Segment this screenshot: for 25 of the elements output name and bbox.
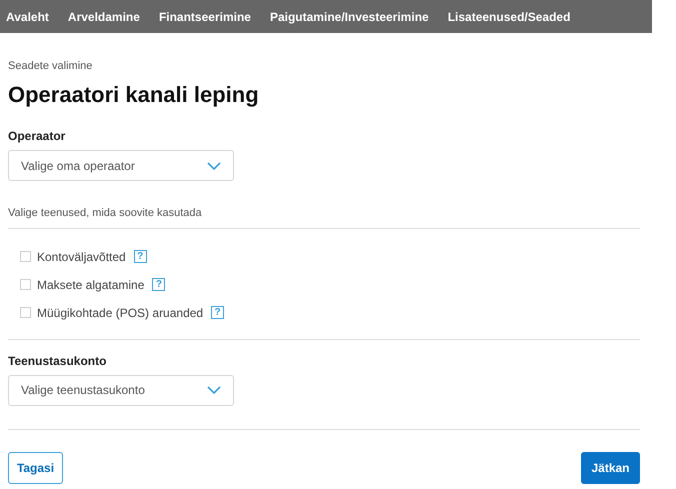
field-label: Operaator [8, 128, 66, 145]
checkbox-label: Kontoväljavõtted [37, 248, 126, 266]
field-label: Teenustasukonto [8, 352, 108, 370]
select-field[interactable]: Valige oma operaator [8, 150, 234, 181]
checkbox[interactable] [20, 279, 31, 290]
checkbox[interactable] [20, 307, 31, 318]
page-title: Operaatori kanali leping [8, 80, 260, 108]
checkbox-label: Maksete algatamine [37, 276, 144, 294]
help-icon[interactable]: ? [152, 278, 166, 291]
nav-link[interactable]: Paigutamine/Investeerimine [270, 8, 429, 26]
help-icon[interactable]: ? [134, 250, 147, 263]
select-field[interactable]: Valige teenustasukonto [8, 374, 234, 406]
chevron-down-icon [207, 162, 221, 170]
nav-link[interactable]: Lisateenused/Seaded [448, 8, 570, 26]
checkbox[interactable] [20, 251, 31, 262]
back-button[interactable]: Tagasi [8, 452, 63, 484]
chevron-down-icon [207, 386, 221, 394]
breadcrumb: Seadete valimine [8, 59, 94, 74]
nav-link[interactable]: Finantseerimine [158, 8, 251, 26]
continue-button[interactable]: Jätkan [581, 452, 640, 484]
nav-link[interactable]: Avaleht [6, 8, 49, 26]
checkbox-label: Müügikohtade (POS) aruanded [37, 304, 204, 322]
services-prompt: Valige teenused, mida soovite kasutada [8, 206, 203, 221]
help-icon[interactable]: ? [211, 306, 224, 319]
nav-link[interactable]: Arveldamine [68, 8, 140, 26]
